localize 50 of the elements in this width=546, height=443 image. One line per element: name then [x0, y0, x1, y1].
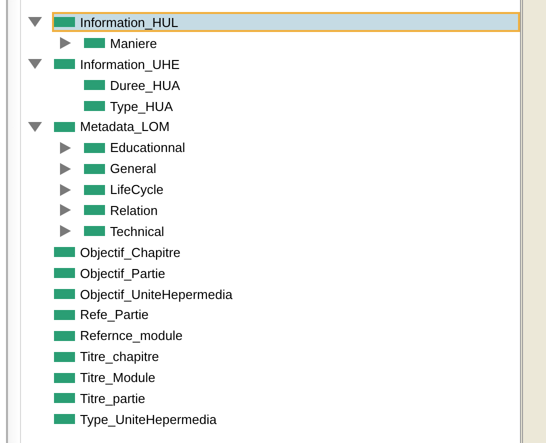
class-icon [84, 164, 105, 174]
splitter-bar[interactable] [520, 0, 546, 443]
tree-item[interactable]: Information_UHE [52, 54, 520, 74]
class-icon [54, 393, 75, 404]
tree-item[interactable]: Objectif_Chapitre [52, 242, 520, 262]
class-icon [54, 59, 75, 70]
class-icon [54, 330, 75, 341]
tree-item[interactable]: Duree_HUA [82, 75, 520, 96]
class-icon [54, 372, 75, 383]
collapse-toggle-icon[interactable] [28, 58, 42, 70]
tree-item[interactable]: Objectif_Partie [52, 263, 520, 284]
class-icon [84, 184, 105, 195]
tree-item[interactable]: Type_UniteHepermedia [52, 409, 520, 430]
tree-item[interactable]: Educationnal [82, 138, 520, 158]
expand-toggle-icon[interactable] [58, 225, 72, 238]
class-icon [54, 310, 75, 320]
tree-item[interactable]: LifeCycle [82, 180, 520, 200]
expand-toggle-icon[interactable] [58, 37, 72, 50]
class-icon [54, 352, 75, 362]
class-icon [54, 289, 75, 300]
class-icon [54, 17, 75, 28]
tree-item[interactable]: Titre_Module [52, 368, 520, 388]
expand-toggle-icon[interactable] [58, 162, 72, 175]
class-icon [84, 142, 105, 153]
tree-item[interactable]: Objectif_UniteHepermedia [52, 284, 520, 304]
class-icon [54, 122, 75, 132]
class-icon [84, 205, 105, 216]
expand-toggle-icon[interactable] [58, 184, 72, 196]
class-icon [84, 80, 105, 90]
tree-item[interactable]: Technical [82, 221, 520, 242]
tree-item[interactable]: Titre_chapitre [52, 346, 520, 367]
class-icon [54, 247, 75, 258]
tree-item[interactable]: Metadata_LOM [52, 116, 520, 137]
tree-item[interactable]: Relation [82, 200, 520, 220]
tree-item[interactable]: Information_HUL [52, 12, 520, 32]
class-icon [54, 414, 75, 424]
tree-item[interactable]: Refe_Partie [52, 304, 520, 325]
expand-toggle-icon[interactable] [58, 142, 72, 154]
class-icon [84, 101, 105, 111]
collapse-toggle-icon[interactable] [28, 120, 42, 133]
tree-item[interactable]: Titre_partie [52, 388, 520, 408]
tree-item[interactable]: Maniere [82, 33, 520, 54]
tree-item[interactable]: Refernce_module [52, 326, 520, 346]
collapse-toggle-icon[interactable] [28, 16, 42, 28]
tree-item[interactable]: Type_HUA [82, 96, 520, 116]
tree-item[interactable]: General [82, 158, 520, 179]
class-icon [84, 226, 105, 236]
class-icon [84, 38, 105, 48]
class-icon [54, 268, 75, 278]
expand-toggle-icon[interactable] [58, 204, 72, 216]
